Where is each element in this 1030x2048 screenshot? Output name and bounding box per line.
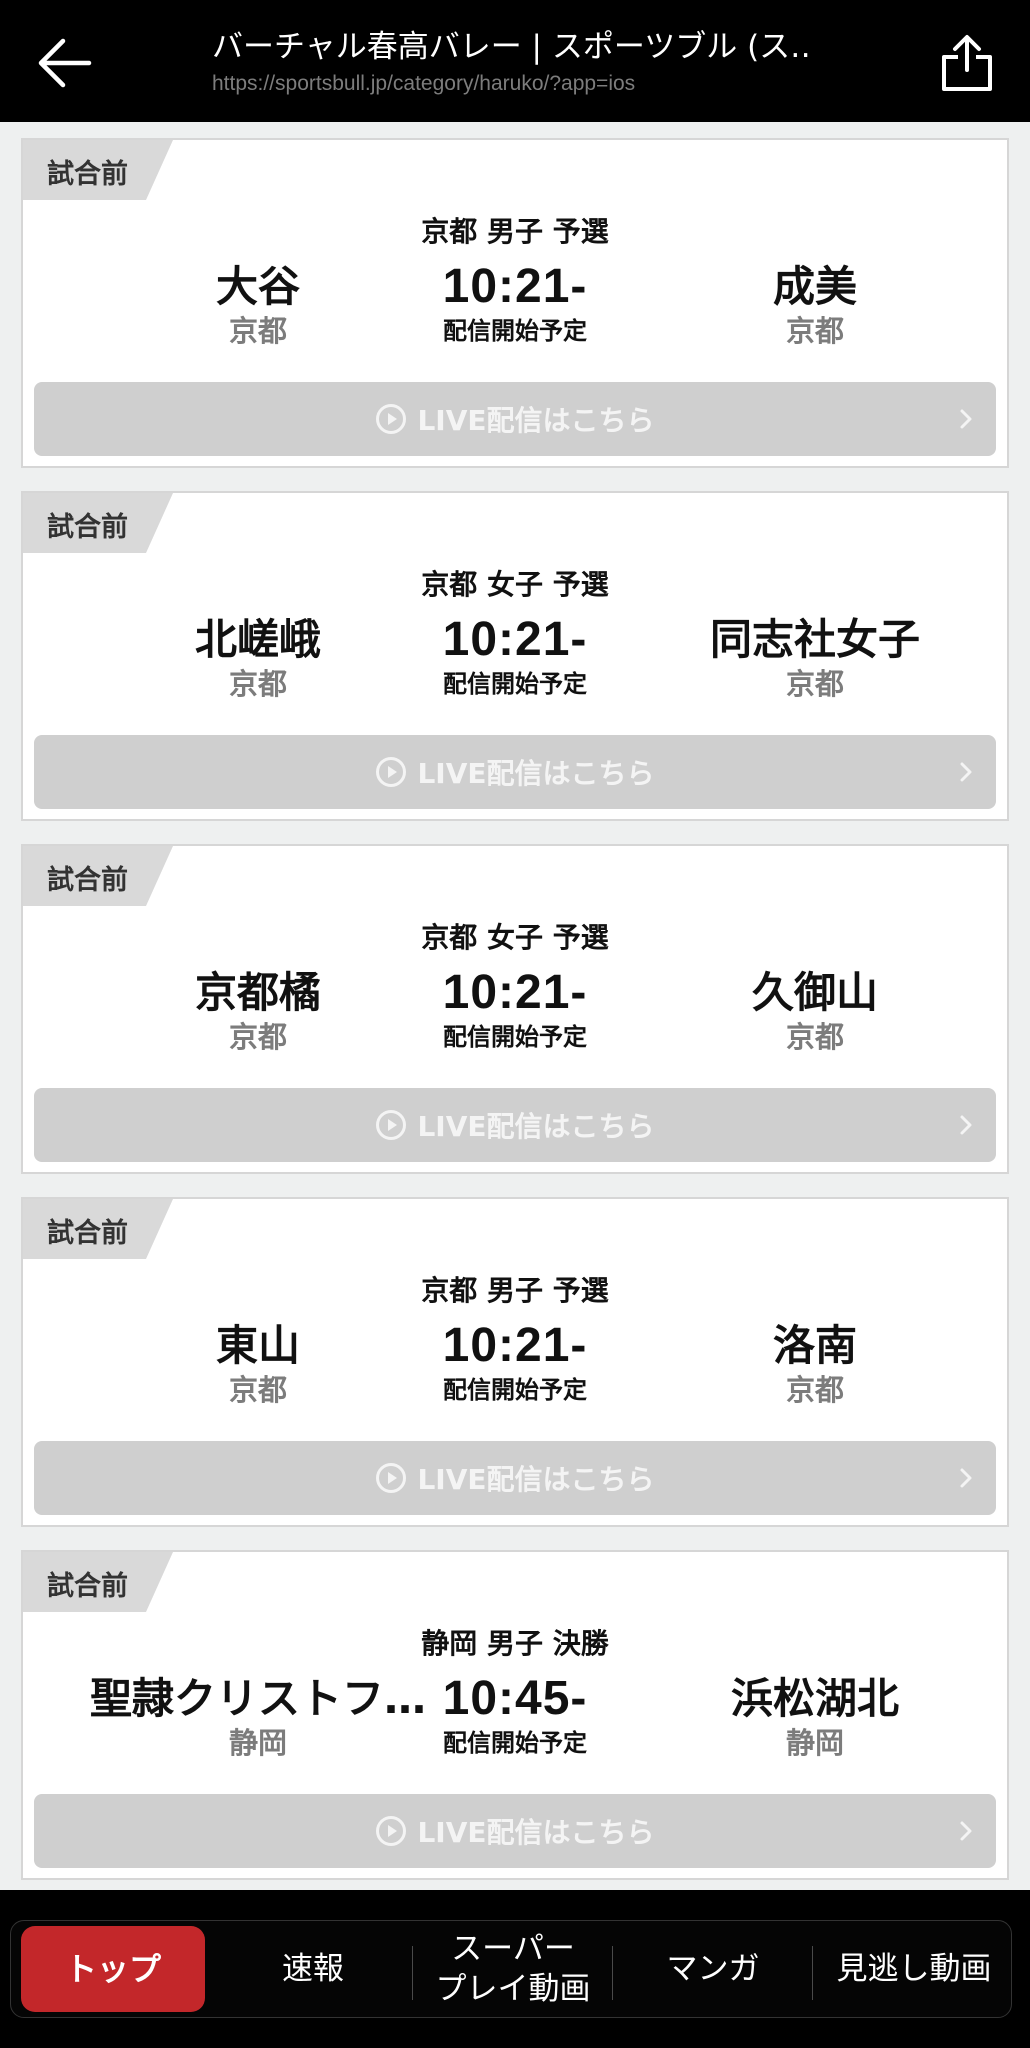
match-category: 京都 女子 予選 (421, 568, 609, 601)
away-team-prefecture: 京都 (785, 1020, 844, 1054)
match-list: 試合前 京都 男子 予選 大谷 京都 10:21- 配信開始予定 成美 京都 L… (21, 138, 1009, 1903)
status-label: 試合前 (47, 159, 128, 190)
home-team-prefecture: 静岡 (228, 1726, 287, 1760)
back-button[interactable] (30, 30, 100, 96)
live-stream-label: LIVE配信はこちら (417, 1816, 655, 1849)
tab-divider (412, 1946, 413, 2000)
share-icon (942, 35, 992, 91)
tab-super-play-video[interactable]: スーパー プレイ動画 (420, 1926, 606, 2012)
arrow-left-icon (38, 38, 92, 88)
match-category: 京都 女子 予選 (421, 921, 609, 954)
chevron-right-icon (958, 1818, 974, 1844)
home-team: 大谷 京都 (48, 261, 468, 349)
status-label: 試合前 (47, 865, 128, 896)
away-team: 浜松湖北 静岡 (605, 1673, 1007, 1761)
live-stream-button[interactable]: LIVE配信はこちら (34, 1088, 996, 1162)
match-time-block: 10:21- 配信開始予定 (415, 967, 615, 1055)
away-team-name: 洛南 (772, 1321, 857, 1370)
home-team-name: 北嵯峨 (194, 615, 321, 664)
chevron-right-icon (958, 406, 974, 432)
away-team-name: 浜松湖北 (730, 1674, 899, 1723)
play-circle-icon (375, 1815, 407, 1847)
home-team-name: 聖隷クリストフ… (89, 1674, 426, 1723)
live-stream-button[interactable]: LIVE配信はこちら (34, 382, 996, 456)
home-team: 東山 京都 (48, 1320, 468, 1408)
away-team: 久御山 京都 (605, 967, 1007, 1055)
live-stream-label: LIVE配信はこちら (417, 404, 655, 437)
away-team-prefecture: 京都 (785, 314, 844, 348)
tab-top[interactable]: トップ (21, 1926, 205, 2012)
match-time-note: 配信開始予定 (443, 1729, 587, 1757)
browser-header: バーチャル春高バレー | スポーツブル (ス… https://sportsbu… (0, 0, 1030, 122)
chevron-right-icon (958, 1465, 974, 1491)
match-category: 京都 男子 予選 (421, 215, 609, 248)
status-label: 試合前 (47, 512, 128, 543)
page-url: https://sportsbull.jp/category/haruko/?a… (212, 72, 636, 95)
match-time-note: 配信開始予定 (443, 317, 587, 345)
match-time-block: 10:21- 配信開始予定 (415, 261, 615, 349)
match-card: 試合前 静岡 男子 決勝 聖隷クリストフ… 静岡 10:45- 配信開始予定 浜… (21, 1550, 1009, 1880)
live-stream-label: LIVE配信はこちら (417, 757, 655, 790)
match-time-block: 10:45- 配信開始予定 (415, 1673, 615, 1761)
chevron-right-icon (958, 759, 974, 785)
match-card: 試合前 京都 男子 予選 大谷 京都 10:21- 配信開始予定 成美 京都 L… (21, 138, 1009, 468)
match-category: 京都 男子 予選 (421, 1274, 609, 1307)
home-team-prefecture: 京都 (228, 314, 287, 348)
away-team-name: 成美 (772, 262, 857, 311)
away-team: 同志社女子 京都 (605, 614, 1007, 702)
match-time: 10:21- (442, 613, 588, 666)
match-time-block: 10:21- 配信開始予定 (415, 614, 615, 702)
tab-divider (612, 1946, 613, 2000)
home-team: 聖隷クリストフ… 静岡 (48, 1673, 468, 1761)
match-time-note: 配信開始予定 (443, 1376, 587, 1404)
match-time-block: 10:21- 配信開始予定 (415, 1320, 615, 1408)
tab-divider (812, 1946, 813, 2000)
away-team: 成美 京都 (605, 261, 1007, 349)
away-team: 洛南 京都 (605, 1320, 1007, 1408)
match-category: 静岡 男子 決勝 (421, 1627, 609, 1660)
away-team-name: 久御山 (751, 968, 878, 1017)
share-button[interactable] (930, 28, 1004, 98)
match-time-note: 配信開始予定 (443, 670, 587, 698)
header-title-area: バーチャル春高バレー | スポーツブル (ス… https://sportsbu… (212, 24, 812, 98)
home-team-name: 京都橘 (194, 968, 321, 1017)
away-team-prefecture: 京都 (785, 1373, 844, 1407)
play-circle-icon (375, 756, 407, 788)
match-card: 試合前 京都 男子 予選 東山 京都 10:21- 配信開始予定 洛南 京都 L… (21, 1197, 1009, 1527)
match-card: 試合前 京都 女子 予選 京都橘 京都 10:21- 配信開始予定 久御山 京都… (21, 844, 1009, 1174)
away-team-prefecture: 京都 (785, 667, 844, 701)
home-team-prefecture: 京都 (228, 1373, 287, 1407)
chevron-right-icon (958, 1112, 974, 1138)
match-time: 10:21- (442, 1319, 588, 1372)
home-team-name: 大谷 (215, 262, 300, 311)
status-label: 試合前 (47, 1218, 128, 1249)
tab-missed-video[interactable]: 見逃し動画 (818, 1926, 1010, 2012)
live-stream-label: LIVE配信はこちら (417, 1463, 655, 1496)
match-time: 10:21- (442, 260, 588, 313)
home-team-prefecture: 京都 (228, 667, 287, 701)
match-time: 10:45- (442, 1672, 588, 1725)
live-stream-button[interactable]: LIVE配信はこちら (34, 1441, 996, 1515)
play-circle-icon (375, 1109, 407, 1141)
status-label: 試合前 (47, 1571, 128, 1602)
tab-manga[interactable]: マンガ (620, 1926, 806, 2012)
home-team-prefecture: 京都 (228, 1020, 287, 1054)
play-circle-icon (375, 1462, 407, 1494)
bottom-tab-bar: トップ 速報 スーパー プレイ動画 マンガ 見逃し動画 (0, 1890, 1030, 2048)
match-time: 10:21- (442, 966, 588, 1019)
away-team-prefecture: 静岡 (785, 1726, 844, 1760)
play-circle-icon (375, 403, 407, 435)
home-team: 北嵯峨 京都 (48, 614, 468, 702)
match-time-note: 配信開始予定 (443, 1023, 587, 1051)
live-stream-label: LIVE配信はこちら (417, 1110, 655, 1143)
tab-breaking-news[interactable]: 速報 (220, 1926, 406, 2012)
home-team-name: 東山 (215, 1321, 300, 1370)
home-team: 京都橘 京都 (48, 967, 468, 1055)
away-team-name: 同志社女子 (709, 615, 920, 664)
live-stream-button[interactable]: LIVE配信はこちら (34, 735, 996, 809)
page-title: バーチャル春高バレー | スポーツブル (ス… (212, 29, 812, 65)
match-card: 試合前 京都 女子 予選 北嵯峨 京都 10:21- 配信開始予定 同志社女子 … (21, 491, 1009, 821)
live-stream-button[interactable]: LIVE配信はこちら (34, 1794, 996, 1868)
